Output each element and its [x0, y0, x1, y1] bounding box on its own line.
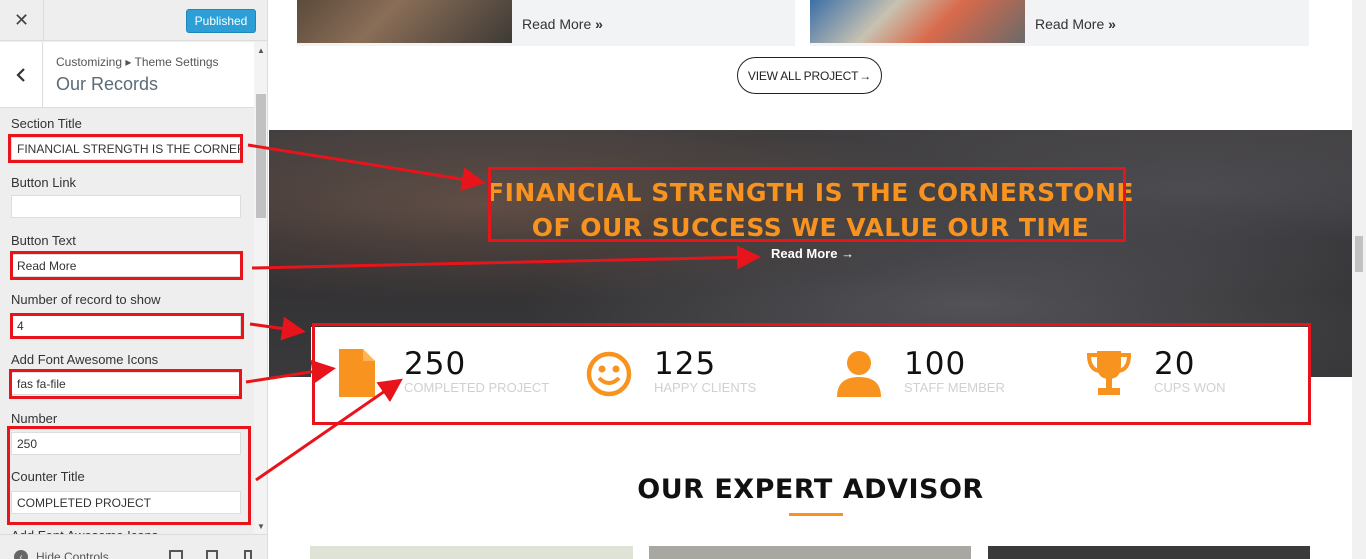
counter-label: COMPLETED PROJECT — [404, 380, 550, 395]
field-label-counter-title: Counter Title — [11, 469, 85, 484]
counter-item: 250 COMPLETED PROJECT — [311, 327, 561, 421]
counter-item: 100 STAFF MEMBER — [811, 327, 1061, 421]
arrow-right-icon: → — [859, 68, 872, 83]
double-chevron-right-icon: » — [1108, 16, 1116, 32]
scrollbar-thumb[interactable] — [1355, 236, 1363, 272]
back-arrow-icon[interactable] — [0, 42, 43, 108]
project-read-more-link[interactable]: Read More » — [1035, 16, 1116, 32]
field-label-button-link: Button Link — [11, 175, 77, 190]
hero-read-more-label: Read More — [771, 246, 838, 261]
counter-item: 125 HAPPY CLIENTS — [561, 327, 811, 421]
customizer-sidebar: ✕ Published Customizing ▸ Theme Settings… — [0, 0, 268, 559]
desktop-preview-icon[interactable] — [169, 550, 183, 559]
button-text-input[interactable]: Read More — [11, 254, 241, 277]
preview-scrollbar[interactable] — [1352, 0, 1366, 559]
scroll-up-icon[interactable]: ▲ — [254, 42, 267, 58]
counter-number: 125 — [654, 346, 717, 382]
counter-label: HAPPY CLIENTS — [654, 380, 757, 395]
read-more-label: Read More — [1035, 16, 1105, 32]
advisor-photo — [310, 546, 633, 559]
hero-title-line2: OF OUR SUCCESS WE VALUE OUR TIME — [531, 213, 1090, 242]
double-chevron-right-icon: » — [595, 16, 603, 32]
section-header: Customizing ▸ Theme Settings Our Records — [0, 42, 254, 108]
user-icon — [837, 351, 881, 397]
icon-class-input[interactable]: fas fa-file — [11, 372, 241, 395]
counter-label: CUPS WON — [1154, 380, 1226, 395]
advisor-photo — [649, 546, 971, 559]
publish-button[interactable]: Published — [186, 9, 256, 33]
section-title-input[interactable]: FINANCIAL STRENGTH IS THE CORNERS — [11, 137, 241, 160]
counters-section: 250 COMPLETED PROJECT 125 HAPPY CLIENTS … — [311, 327, 1310, 421]
title-underline — [789, 513, 843, 516]
sidebar-footer: ‹ Hide Controls — [0, 534, 267, 559]
customizer-header-bar: ✕ Published — [0, 0, 267, 41]
project-image — [297, 0, 512, 43]
scrollbar-thumb[interactable] — [256, 94, 266, 218]
hide-icon: ‹ — [14, 550, 28, 559]
trophy-icon — [1086, 351, 1132, 395]
field-label-number: Number — [11, 411, 58, 426]
site-preview: Read More » Read More » VIEW ALL PROJECT… — [269, 0, 1352, 559]
counter-number: 100 — [904, 346, 967, 382]
tablet-preview-icon[interactable] — [206, 550, 218, 559]
hide-controls-button[interactable]: ‹ Hide Controls — [14, 550, 109, 559]
close-icon[interactable]: ✕ — [0, 0, 44, 41]
counter-label: STAFF MEMBER — [904, 380, 1005, 395]
breadcrumb: Customizing ▸ Theme Settings — [56, 55, 219, 69]
view-all-label: VIEW ALL PROJECT — [747, 68, 859, 83]
project-card: Read More » — [810, 0, 1309, 46]
section-title: Our Records — [56, 74, 159, 94]
sidebar-scrollbar[interactable]: ▲ ▼ — [254, 42, 267, 534]
hero-title-line1: FINANCIAL STRENGTH IS THE CORNERSTONE — [487, 178, 1134, 207]
hide-controls-label: Hide Controls — [36, 550, 109, 559]
smile-icon — [586, 351, 632, 397]
project-read-more-link[interactable]: Read More » — [522, 16, 603, 32]
field-label-icon: Add Font Awesome Icons — [11, 352, 159, 367]
field-label-section-title: Section Title — [11, 116, 82, 131]
advisor-section-title: OUR EXPERT ADVISOR — [637, 474, 984, 505]
record-count-input[interactable]: 4 — [11, 314, 241, 337]
view-all-project-button[interactable]: VIEW ALL PROJECT → — [737, 57, 882, 94]
file-icon — [339, 349, 375, 397]
project-card: Read More » — [297, 0, 795, 46]
mobile-preview-icon[interactable] — [244, 550, 252, 559]
arrow-right-icon: → — [841, 246, 855, 261]
advisor-photo — [988, 546, 1310, 559]
field-label-button-text: Button Text — [11, 233, 76, 248]
scroll-down-icon[interactable]: ▼ — [254, 518, 267, 534]
counter-item: 20 CUPS WON — [1061, 327, 1310, 421]
counter-title-input[interactable]: COMPLETED PROJECT — [11, 491, 241, 514]
number-input[interactable]: 250 — [11, 432, 241, 455]
counter-number: 20 — [1154, 346, 1196, 382]
hero-read-more-link[interactable]: Read More → — [771, 246, 854, 261]
hero-title: FINANCIAL STRENGTH IS THE CORNERSTONE OF… — [269, 175, 1352, 245]
counter-number: 250 — [404, 346, 467, 382]
project-image — [810, 0, 1025, 43]
read-more-label: Read More — [522, 16, 592, 32]
button-link-input[interactable] — [11, 195, 241, 218]
field-label-record-count: Number of record to show — [11, 292, 161, 307]
